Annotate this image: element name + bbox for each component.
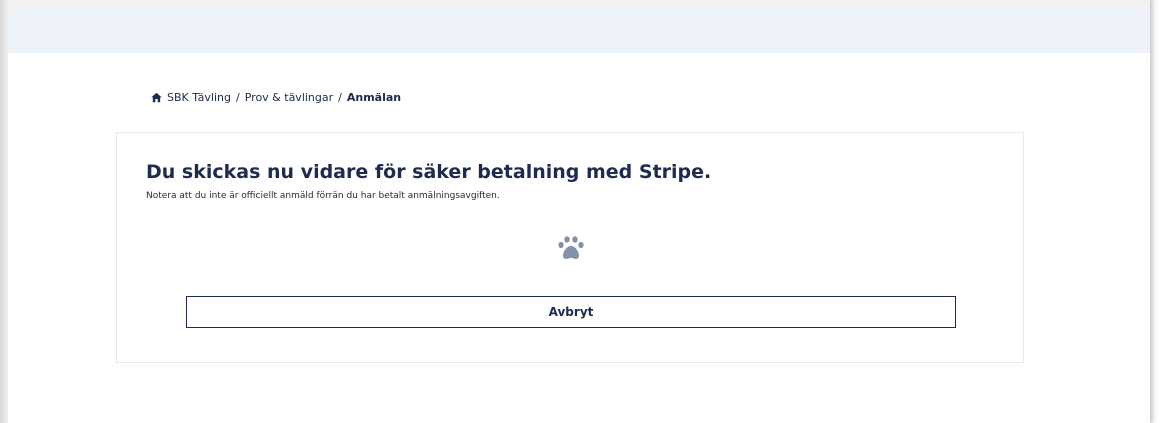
breadcrumb-separator: / — [338, 91, 342, 104]
site-header-bar — [8, 10, 1150, 53]
paw-icon — [557, 235, 585, 261]
breadcrumb-sbk-tavling[interactable]: SBK Tävling — [167, 91, 231, 104]
page-title: Du skickas nu vidare för säker betalning… — [146, 161, 712, 183]
payment-redirect-card: Du skickas nu vidare för säker betalning… — [116, 132, 1024, 363]
breadcrumb-prov-tavlingar[interactable]: Prov & tävlingar — [245, 91, 333, 104]
browser-window: SBK Tävling / Prov & tävlingar / Anmälan… — [0, 0, 1150, 423]
breadcrumb-separator: / — [236, 91, 240, 104]
payment-note: Notera att du inte är officiellt anmäld … — [146, 191, 500, 201]
cancel-button[interactable]: Avbryt — [186, 296, 956, 328]
home-icon[interactable] — [151, 92, 162, 103]
breadcrumb: SBK Tävling / Prov & tävlingar / Anmälan — [151, 91, 401, 104]
window-top-strip — [8, 0, 1150, 10]
breadcrumb-current: Anmälan — [346, 91, 402, 104]
